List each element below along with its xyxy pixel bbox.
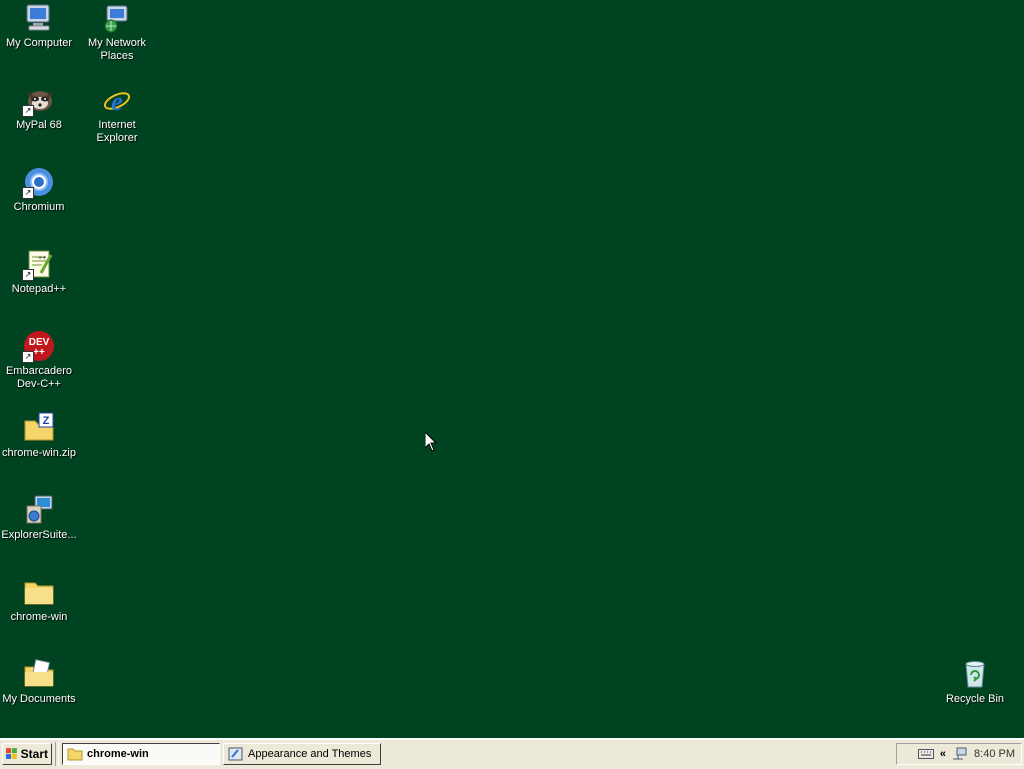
icon-label: Embarcadero Dev-C++: [5, 365, 73, 390]
icon-label: My Computer: [5, 37, 73, 49]
desktop-icon-my-documents[interactable]: My Documents: [0, 658, 78, 706]
start-button[interactable]: Start: [2, 743, 52, 765]
computer-icon: [23, 2, 55, 34]
taskbar: Start chrome-win Appearance and Themes «…: [0, 738, 1024, 769]
notepadpp-icon: ++ ↗: [22, 248, 55, 281]
windows-logo-icon: [6, 748, 17, 759]
devcpp-icon: DEV ++ ↗: [22, 330, 55, 363]
system-tray: « 8:40 PM: [896, 743, 1022, 765]
svg-text:Z: Z: [43, 415, 50, 427]
shortcut-arrow-icon: ↗: [22, 351, 34, 363]
desktop-icon-chrome-zip[interactable]: Z chrome-win.zip: [0, 412, 78, 460]
network-connection-icon[interactable]: [952, 747, 968, 761]
icon-label: Recycle Bin: [945, 693, 1005, 705]
desktop-icon-my-network-places[interactable]: My Network Places: [78, 2, 156, 63]
icon-label: ExplorerSuite...: [1, 529, 77, 541]
network-icon: [101, 2, 133, 34]
mouse-cursor-icon: [425, 432, 437, 452]
tray-expand-button[interactable]: «: [940, 748, 946, 760]
icon-label: Notepad++: [11, 283, 67, 295]
shortcut-arrow-icon: ↗: [22, 187, 34, 199]
desktop-icon-chromium[interactable]: ↗ Chromium: [0, 166, 78, 214]
start-label: Start: [20, 747, 48, 761]
desktop-icon-mypal[interactable]: ↗ MyPal 68: [0, 84, 78, 132]
folder-icon: [67, 748, 83, 761]
desktop-icon-internet-explorer[interactable]: e Internet Explorer: [78, 84, 156, 145]
icon-label: chrome-win: [10, 611, 68, 623]
icon-label: MyPal 68: [16, 119, 62, 131]
desktop-icon-explorer-suite[interactable]: ExplorerSuite...: [0, 494, 78, 542]
control-panel-icon: [228, 747, 243, 761]
taskbar-button-label: Appearance and Themes: [248, 748, 372, 760]
desktop-icon-devcpp[interactable]: DEV ++ ↗ Embarcadero Dev-C++: [0, 330, 78, 391]
installer-icon: [23, 494, 55, 526]
shortcut-arrow-icon: ↗: [22, 269, 34, 281]
desktop-icon-notepadpp[interactable]: ++ ↗ Notepad++: [0, 248, 78, 296]
svg-text:++: ++: [38, 255, 46, 262]
taskbar-separator: [55, 742, 59, 766]
svg-text:++: ++: [33, 347, 45, 358]
desktop-icon-my-computer[interactable]: My Computer: [0, 2, 78, 50]
keyboard-icon[interactable]: [917, 748, 934, 760]
icon-label: My Network Places: [87, 37, 147, 62]
desktop-icon-recycle-bin[interactable]: Recycle Bin: [936, 658, 1014, 706]
folder-icon: [23, 576, 55, 608]
desktop-icon-chrome-win-folder[interactable]: chrome-win: [0, 576, 78, 624]
taskbar-button-appearance-and-themes[interactable]: Appearance and Themes: [223, 743, 381, 765]
taskbar-button-label: chrome-win: [87, 748, 149, 760]
chromium-icon: ↗: [22, 166, 55, 199]
mypal-raccoon-icon: ↗: [22, 84, 55, 117]
icon-label: chrome-win.zip: [2, 447, 76, 459]
svg-text:e: e: [111, 87, 123, 116]
recycle-bin-icon: [959, 658, 991, 690]
icon-label: Internet Explorer: [96, 119, 138, 144]
zip-folder-icon: Z: [23, 412, 55, 444]
taskbar-button-chrome-win[interactable]: chrome-win: [62, 743, 220, 765]
shortcut-arrow-icon: ↗: [22, 105, 34, 117]
icon-label: Chromium: [13, 201, 65, 213]
desktop[interactable]: My Computer My Network Places ↗ MyPal 68…: [0, 0, 1024, 738]
icon-label: My Documents: [2, 693, 76, 705]
my-documents-icon: [23, 658, 55, 690]
clock[interactable]: 8:40 PM: [974, 748, 1015, 760]
internet-explorer-icon: e: [101, 84, 133, 116]
